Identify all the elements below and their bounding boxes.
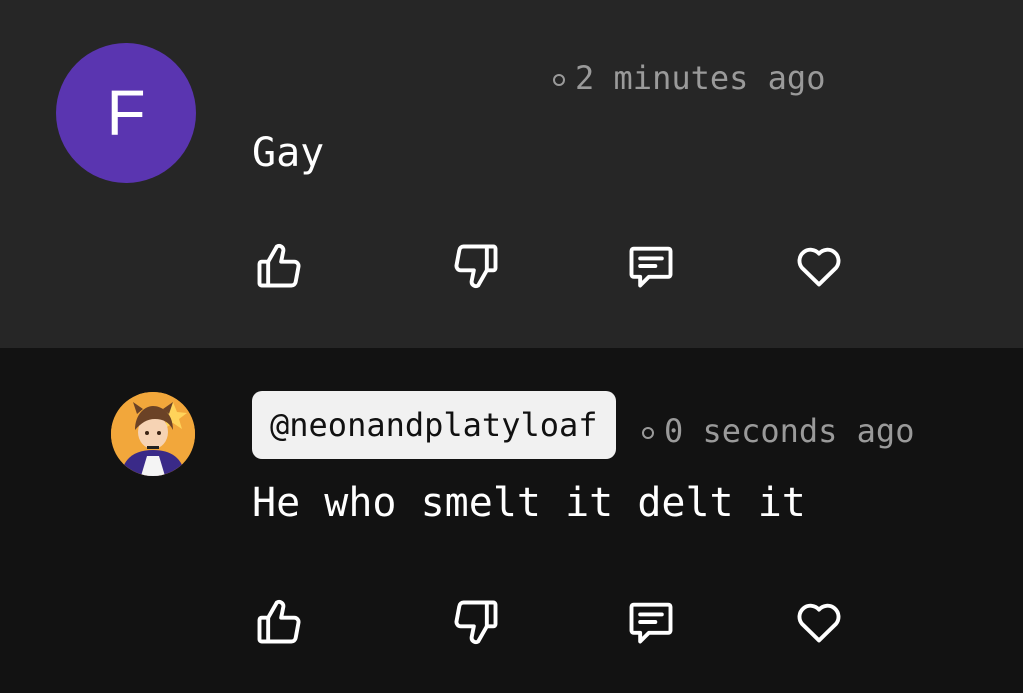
like-button[interactable]: [251, 238, 307, 294]
username: @neonandplatyloaf: [270, 406, 598, 444]
comment-meta: 0 seconds ago: [642, 412, 914, 450]
thumbs-up-icon: [257, 244, 301, 288]
comment-card: F 2 minutes ago Gay: [0, 0, 1023, 348]
thumbs-down-icon: [454, 600, 498, 644]
timestamp: 0 seconds ago: [664, 412, 915, 450]
dislike-button[interactable]: [448, 594, 504, 650]
comment-text: He who smelt it delt it: [252, 480, 806, 526]
heart-button[interactable]: [791, 238, 847, 294]
avatar[interactable]: F: [56, 43, 196, 183]
heart-button[interactable]: [791, 594, 847, 650]
thumbs-up-icon: [257, 600, 301, 644]
heart-icon: [797, 603, 841, 643]
comment-text: Gay: [252, 130, 325, 176]
comment-card: @neonandplatyloaf 0 seconds ago He who s…: [0, 348, 1023, 693]
avatar-letter: F: [106, 77, 146, 149]
avatar-image: [111, 392, 195, 476]
dot-separator-icon: [642, 427, 654, 439]
reply-button[interactable]: [623, 238, 679, 294]
reply-button[interactable]: [623, 594, 679, 650]
username-badge[interactable]: @neonandplatyloaf: [252, 391, 616, 459]
reply-icon: [629, 246, 673, 288]
dot-separator-icon: [553, 74, 565, 86]
timestamp: 2 minutes ago: [575, 59, 826, 97]
like-button[interactable]: [251, 594, 307, 650]
thumbs-down-icon: [454, 244, 498, 288]
reply-icon: [629, 602, 673, 644]
avatar[interactable]: [111, 392, 195, 476]
comment-meta: 2 minutes ago: [553, 59, 825, 97]
heart-icon: [797, 247, 841, 287]
dislike-button[interactable]: [448, 238, 504, 294]
